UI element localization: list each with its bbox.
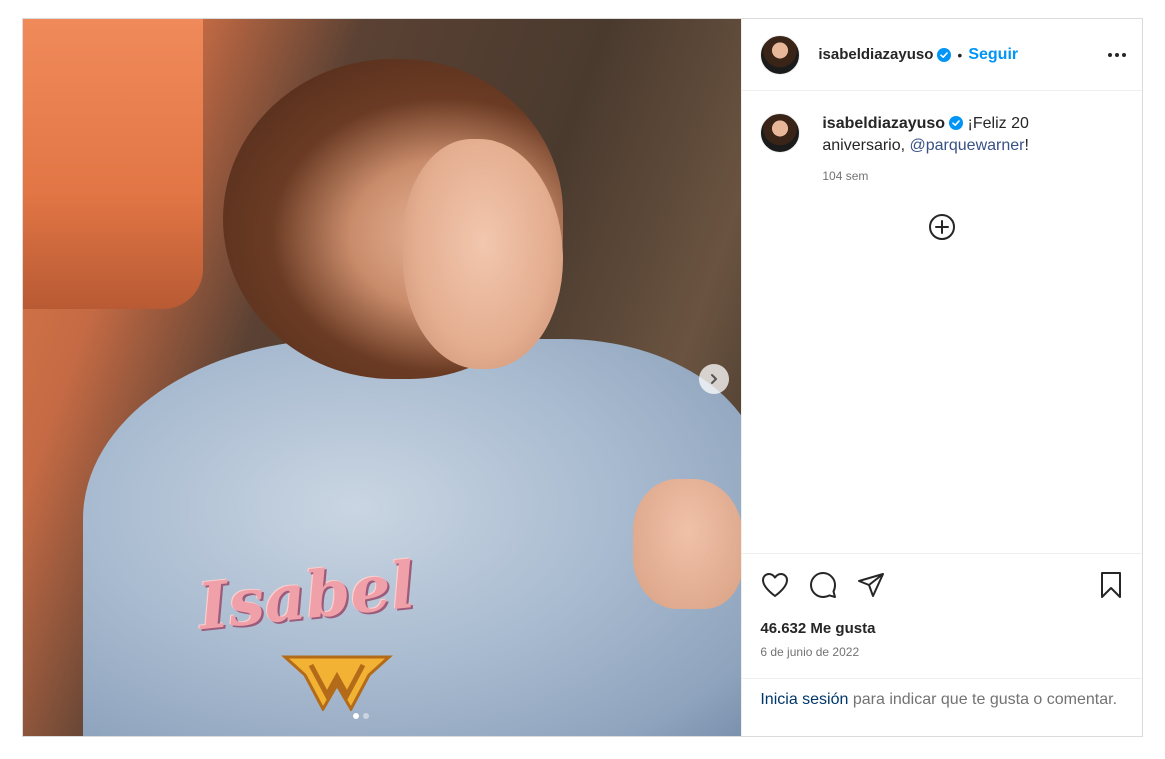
wonder-woman-logo-icon — [281, 655, 393, 711]
carousel-dot — [353, 713, 359, 719]
verified-badge-icon — [937, 47, 952, 62]
heart-icon — [762, 573, 789, 597]
caption-end: ! — [1024, 137, 1029, 154]
post-image[interactable]: Isabel — [23, 19, 742, 736]
save-button[interactable] — [1096, 570, 1126, 600]
post-header: isabeldiazayuso • Seguir — [742, 19, 1142, 91]
separator-dot: • — [957, 46, 963, 63]
post-date[interactable]: 6 de junio de 2022 — [760, 645, 1126, 659]
caption-mention-link[interactable]: @parquewarner — [910, 137, 1025, 154]
next-image-button[interactable] — [699, 364, 729, 394]
share-icon — [858, 573, 885, 597]
login-prompt: Inicia sesión para indicar que te gusta … — [742, 678, 1142, 736]
hand — [633, 479, 742, 609]
bookmark-icon — [1101, 572, 1121, 598]
avatar[interactable] — [760, 34, 801, 75]
verified-badge-icon — [949, 116, 964, 130]
carousel-dots — [353, 713, 369, 719]
caption: isabeldiazayuso ¡Feliz 20 aniversario, @… — [760, 113, 1126, 187]
likes-count[interactable]: 46.632 Me gusta — [760, 620, 1126, 637]
header-username[interactable]: isabeldiazayuso — [818, 46, 933, 63]
comment-button[interactable] — [808, 570, 838, 600]
caption-time[interactable]: 104 sem — [822, 165, 1042, 187]
caption-body: isabeldiazayuso ¡Feliz 20 aniversario, @… — [822, 113, 1042, 187]
login-link[interactable]: Inicia sesión — [760, 691, 848, 708]
comment-icon — [810, 572, 837, 598]
caption-avatar[interactable] — [760, 113, 801, 153]
more-options-icon[interactable] — [1108, 52, 1126, 57]
background-wall — [23, 19, 203, 309]
post-sidebar: isabeldiazayuso • Seguir isabeldiazayuso… — [741, 19, 1142, 736]
caption-username[interactable]: isabeldiazayuso — [822, 115, 945, 132]
action-bar — [760, 570, 1126, 600]
login-prompt-text: para indicar que te gusta o comentar. — [848, 691, 1118, 708]
instagram-post: Isabel isabeldiazayuso • Seguir isabeldi… — [22, 18, 1143, 737]
share-button[interactable] — [856, 570, 886, 600]
chevron-right-icon — [711, 374, 717, 384]
follow-button[interactable]: Seguir — [968, 46, 1018, 64]
comments-section: isabeldiazayuso ¡Feliz 20 aniversario, @… — [742, 91, 1142, 553]
like-button[interactable] — [760, 570, 790, 600]
carousel-dot — [363, 713, 369, 719]
actions-block: 46.632 Me gusta 6 de junio de 2022 — [742, 553, 1142, 678]
add-comment-circle-icon[interactable] — [928, 213, 956, 241]
